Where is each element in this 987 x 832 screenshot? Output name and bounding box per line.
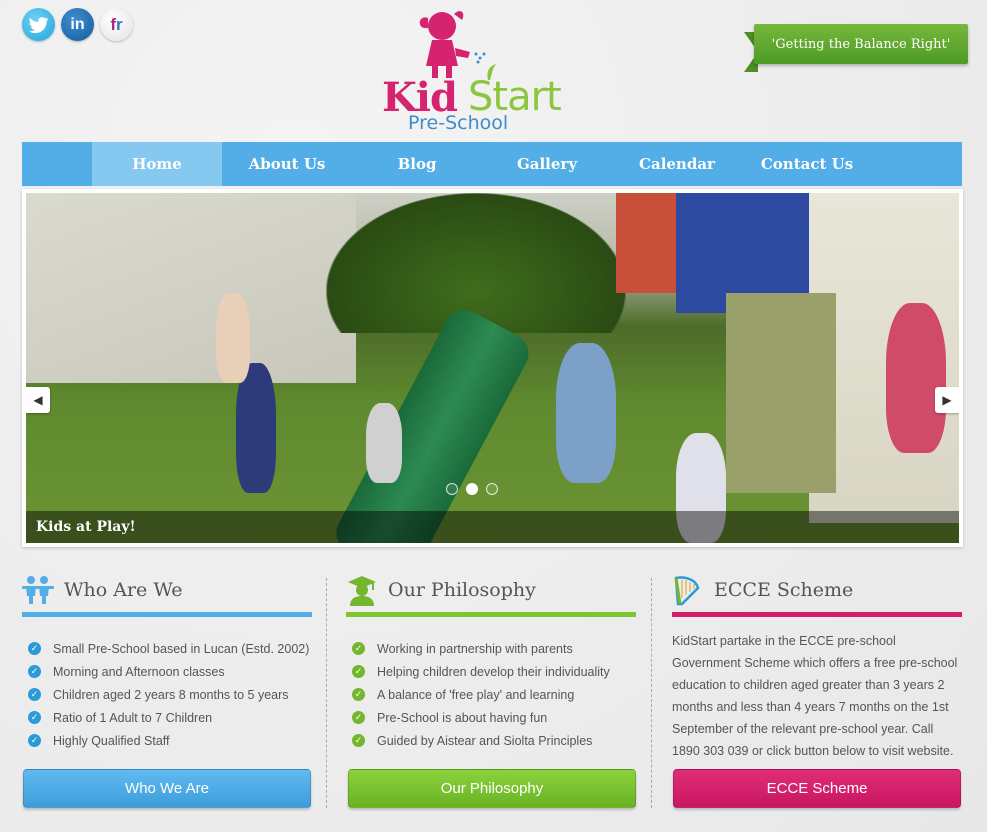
list-item: ✓ Small Pre-School based in Lucan (Estd. … xyxy=(22,637,312,660)
slider-dots xyxy=(446,483,498,495)
check-icon: ✓ xyxy=(352,688,365,701)
photo-child xyxy=(236,363,276,493)
list-item: ✓ Highly Qualified Staff xyxy=(22,729,312,752)
logo-preschool-text: Pre-School xyxy=(408,112,509,134)
our-philosophy-title: Our Philosophy xyxy=(388,579,536,601)
ecce-scheme-button[interactable]: ECCE Scheme xyxy=(673,769,961,808)
nav-calendar[interactable]: Calendar xyxy=(612,142,742,186)
our-philosophy-bar xyxy=(346,612,636,617)
check-icon: ✓ xyxy=(352,711,365,724)
main-nav: Home About Us Blog Gallery Calendar Cont… xyxy=(22,142,962,186)
check-icon: ✓ xyxy=(28,734,41,747)
slider-next-button[interactable]: ▶ xyxy=(935,387,959,413)
list-item-text: A balance of 'free play' and learning xyxy=(377,687,575,702)
check-icon: ✓ xyxy=(28,665,41,678)
check-icon: ✓ xyxy=(352,734,365,747)
harp-icon xyxy=(672,574,704,606)
who-are-we-bar xyxy=(22,612,312,617)
kidstart-logo[interactable]: Kid Start Pre-School xyxy=(380,4,570,134)
list-item-text: Small Pre-School based in Lucan (Estd. 2… xyxy=(53,641,310,656)
check-icon: ✓ xyxy=(28,642,41,655)
slider-dot-active[interactable] xyxy=(466,483,478,495)
tagline-text: 'Getting the Balance Right' xyxy=(754,24,968,64)
list-item: ✓ Morning and Afternoon classes xyxy=(22,660,312,683)
who-are-we-list: ✓ Small Pre-School based in Lucan (Estd. … xyxy=(22,637,312,752)
photo-child xyxy=(556,343,616,483)
slide-photo: ◀ ▶ Kids at Play! xyxy=(26,193,959,543)
twitter-icon[interactable] xyxy=(22,8,55,41)
chevron-left-icon: ◀ xyxy=(33,393,43,407)
slide-caption: Kids at Play! xyxy=(26,511,959,543)
linkedin-label: in xyxy=(70,15,85,33)
ecce-scheme-section: ECCE Scheme KidStart partake in the ECCE… xyxy=(672,574,962,762)
girl-watering-can-icon xyxy=(419,11,496,80)
check-icon: ✓ xyxy=(352,665,365,678)
nav-contact-us[interactable]: Contact Us xyxy=(742,142,872,186)
nav-about-us[interactable]: About Us xyxy=(222,142,352,186)
ecce-scheme-title: ECCE Scheme xyxy=(714,579,854,601)
list-item-text: Children aged 2 years 8 months to 5 year… xyxy=(53,687,289,702)
list-item: ✓ Pre-School is about having fun xyxy=(346,706,636,729)
our-philosophy-section: Our Philosophy ✓ Working in partnership w… xyxy=(346,574,636,752)
slider-prev-button[interactable]: ◀ xyxy=(26,387,50,413)
check-icon: ✓ xyxy=(28,688,41,701)
linkedin-icon[interactable]: in xyxy=(61,8,94,41)
photo-child xyxy=(216,293,250,383)
french-language-icon[interactable]: fr xyxy=(100,8,133,41)
list-item: ✓ Ratio of 1 Adult to 7 Children xyxy=(22,706,312,729)
slider-dot[interactable] xyxy=(486,483,498,495)
tagline-ribbon: 'Getting the Balance Right' xyxy=(744,24,968,72)
list-item-text: Pre-School is about having fun xyxy=(377,710,548,725)
who-we-are-button[interactable]: Who We Are xyxy=(23,769,311,808)
nav-blog[interactable]: Blog xyxy=(352,142,482,186)
list-item-text: Guided by Aistear and Siolta Principles xyxy=(377,733,593,748)
photo-green-slide xyxy=(329,303,536,543)
photo-child xyxy=(366,403,402,483)
photo-wall xyxy=(26,193,356,383)
photo-child xyxy=(886,303,946,453)
nav-home[interactable]: Home xyxy=(92,142,222,186)
list-item: ✓ Guided by Aistear and Siolta Principles xyxy=(346,729,636,752)
french-label-r: r xyxy=(116,14,123,34)
image-slider: ◀ ▶ Kids at Play! xyxy=(22,189,963,547)
check-icon: ✓ xyxy=(352,642,365,655)
our-philosophy-list: ✓ Working in partnership with parents ✓ He… xyxy=(346,637,636,752)
list-item: ✓ A balance of 'free play' and learning xyxy=(346,683,636,706)
ecce-scheme-bar xyxy=(672,612,962,617)
list-item: ✓ Children aged 2 years 8 months to 5 yea… xyxy=(22,683,312,706)
photo-trees xyxy=(326,193,626,333)
list-item-text: Working in partnership with parents xyxy=(377,641,573,656)
list-item-text: Morning and Afternoon classes xyxy=(53,664,225,679)
check-icon: ✓ xyxy=(28,711,41,724)
list-item: ✓ Helping children develop their individu… xyxy=(346,660,636,683)
list-item-text: Helping children develop their individua… xyxy=(377,664,610,679)
ecce-scheme-text: KidStart partake in the ECCE pre-school … xyxy=(672,634,958,758)
who-are-we-section: Who Are We ✓ Small Pre-School based in Lu… xyxy=(22,574,312,752)
list-item-text: Ratio of 1 Adult to 7 Children xyxy=(53,710,213,725)
children-icon xyxy=(22,574,54,606)
column-divider xyxy=(651,578,652,808)
who-are-we-title: Who Are We xyxy=(64,579,183,601)
column-divider xyxy=(326,578,327,808)
our-philosophy-button[interactable]: Our Philosophy xyxy=(348,769,636,808)
slider-dot[interactable] xyxy=(446,483,458,495)
graduate-icon xyxy=(346,574,378,606)
chevron-right-icon: ▶ xyxy=(942,393,952,407)
photo-climbing-frame xyxy=(726,293,836,493)
list-item-text: Highly Qualified Staff xyxy=(53,733,170,748)
social-icons: in fr xyxy=(22,8,133,41)
list-item: ✓ Working in partnership with parents xyxy=(346,637,636,660)
nav-gallery[interactable]: Gallery xyxy=(482,142,612,186)
